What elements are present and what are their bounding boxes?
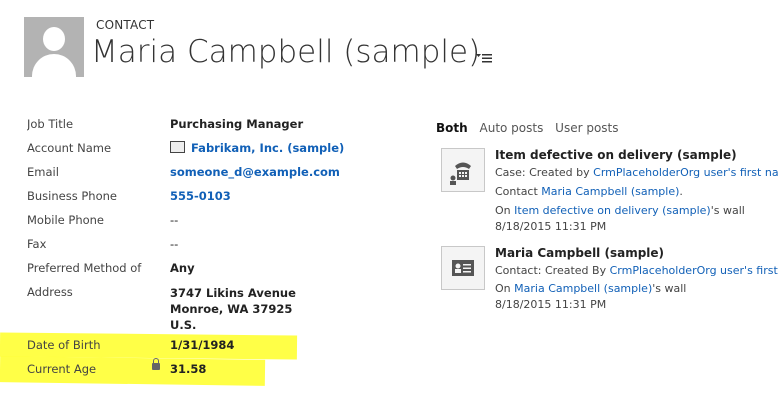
address-line: Monroe, WA 37925 (170, 302, 293, 316)
post-timestamp: 8/18/2015 11:31 PM (495, 220, 607, 233)
wall-link[interactable]: Item defective on delivery (sample) (514, 204, 711, 217)
post-wall-line: On Item defective on delivery (sample)'s… (495, 204, 745, 217)
field-value[interactable]: Any (170, 261, 195, 275)
post-text: Contact (495, 185, 542, 198)
post-text: 's wall (710, 204, 745, 217)
field-label: Fax (27, 237, 47, 251)
account-name-value[interactable]: Fabrikam, Inc. (sample) (191, 141, 344, 155)
address-value[interactable]: 3747 Likins Avenue Monroe, WA 37925 U.S. (170, 285, 296, 333)
post-text: On (495, 282, 515, 295)
account-icon (170, 141, 185, 153)
post-timestamp: 8/18/2015 11:31 PM (495, 298, 607, 311)
field-label: Date of Birth (27, 338, 101, 352)
user-link[interactable]: CrmPlaceholderOrg user's first name (610, 264, 779, 277)
post-wall-line: On Maria Campbell (sample)'s wall (495, 282, 686, 295)
tab-both[interactable]: Both (436, 121, 468, 135)
email-link[interactable]: someone_d@example.com (170, 165, 340, 179)
field-value[interactable]: Purchasing Manager (170, 117, 303, 131)
post-title[interactable]: Item defective on delivery (sample) (495, 148, 737, 162)
chevron-menu-icon[interactable] (476, 52, 492, 67)
post-title[interactable]: Maria Campbell (sample) (495, 246, 664, 260)
field-label: Address (27, 285, 73, 299)
record-title: Maria Campbell (sample) (91, 34, 481, 70)
phone-link[interactable]: 555-0103 (170, 189, 231, 203)
contact-card-icon (441, 246, 485, 290)
avatar-head (43, 27, 65, 51)
field-value: 31.58 (170, 362, 207, 376)
field-label: Job Title (27, 117, 74, 131)
account-link[interactable]: Fabrikam, Inc. (sample) (170, 141, 344, 155)
user-link[interactable]: CrmPlaceholderOrg user's first name (593, 166, 779, 179)
field-label: Preferred Method of Contact (27, 261, 142, 275)
address-line: 3747 Likins Avenue (170, 286, 296, 300)
field-label: Mobile Phone (27, 213, 105, 227)
post-text: Contact: Created By (495, 264, 610, 277)
post-contact-line: Contact Maria Campbell (sample). (495, 185, 683, 198)
post-text: Case: Created by (495, 166, 594, 179)
field-value[interactable]: -- (170, 237, 178, 251)
tab-user-posts[interactable]: User posts (555, 121, 618, 135)
avatar-body (32, 54, 76, 77)
avatar[interactable] (24, 17, 84, 77)
field-value[interactable]: -- (170, 213, 178, 227)
address-line: U.S. (170, 318, 197, 332)
field-value[interactable]: 1/31/1984 (170, 338, 234, 352)
post-creator-line: Case: Created by CrmPlaceholderOrg user'… (495, 166, 779, 179)
tab-auto-posts[interactable]: Auto posts (480, 121, 544, 135)
activity-tabs: Both Auto posts User posts (436, 121, 627, 135)
phone-case-icon (441, 148, 485, 192)
contact-link[interactable]: Maria Campbell (sample) (541, 185, 679, 198)
field-label: Account Name (27, 141, 112, 155)
wall-link[interactable]: Maria Campbell (sample) (514, 282, 652, 295)
post-text: 's wall (652, 282, 687, 295)
post-creator-line: Contact: Created By CrmPlaceholderOrg us… (495, 264, 779, 277)
entity-type-label: CONTACT (96, 18, 155, 32)
post-text: . (679, 185, 683, 198)
field-label: Current Age (27, 362, 97, 376)
field-label: Business Phone (27, 189, 117, 203)
post-text: On (495, 204, 515, 217)
lock-icon (152, 358, 160, 370)
field-label: Email (27, 165, 59, 179)
